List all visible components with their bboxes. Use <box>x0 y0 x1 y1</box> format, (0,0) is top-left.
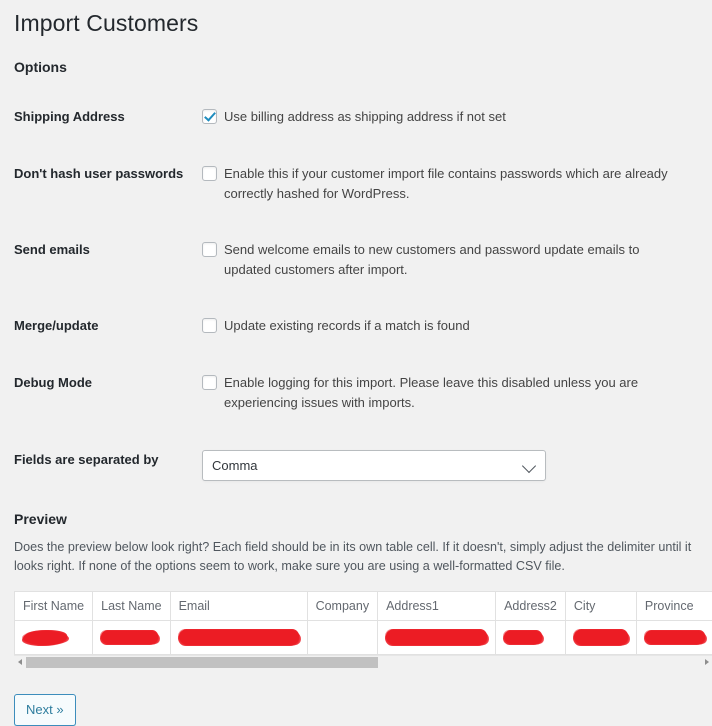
option-label-delimiter: Fields are separated by <box>0 432 202 499</box>
column-header-province: Province <box>636 591 712 620</box>
column-header-first-name: First Name <box>15 591 93 620</box>
column-header-company: Company <box>307 591 378 620</box>
preview-description: Does the preview below look right? Each … <box>0 527 712 577</box>
checkbox-send-emails[interactable]: Send welcome emails to new customers and… <box>202 240 682 280</box>
option-row-debug-mode: Debug Mode Enable logging for this impor… <box>0 355 712 431</box>
option-row-send-emails: Send emails Send welcome emails to new c… <box>0 222 712 298</box>
checkbox-icon-unchecked[interactable] <box>202 242 217 257</box>
checkbox-shipping-address[interactable]: Use billing address as shipping address … <box>202 107 682 127</box>
checkbox-icon-unchecked[interactable] <box>202 318 217 333</box>
footer-actions: Next » <box>0 670 712 726</box>
table-header-row: First Name Last Name Email Company Addre… <box>15 591 712 620</box>
checkbox-icon-unchecked[interactable] <box>202 375 217 390</box>
preview-table-scroll-container: First Name Last Name Email Company Addre… <box>14 591 712 655</box>
cell-last-name <box>93 620 170 654</box>
checkbox-merge-update[interactable]: Update existing records if a match is fo… <box>202 316 682 336</box>
delimiter-select-value: Comma <box>212 451 258 480</box>
column-header-address1: Address1 <box>378 591 496 620</box>
next-button[interactable]: Next » <box>14 694 76 726</box>
redaction-mark <box>179 630 299 645</box>
cell-address1 <box>378 620 496 654</box>
option-label-shipping-address: Shipping Address <box>0 89 202 146</box>
checkbox-label-debug-mode: Enable logging for this import. Please l… <box>224 373 682 413</box>
scroll-right-arrow-icon[interactable] <box>705 659 709 665</box>
column-header-address2: Address2 <box>496 591 566 620</box>
column-header-email: Email <box>170 591 307 620</box>
option-row-delimiter: Fields are separated by Comma <box>0 432 712 499</box>
redaction-mark <box>645 631 705 644</box>
delimiter-select[interactable]: Comma <box>202 450 546 481</box>
checkbox-label-dont-hash-passwords: Enable this if your customer import file… <box>224 164 682 204</box>
redaction-mark <box>504 631 542 644</box>
checkbox-dont-hash-passwords[interactable]: Enable this if your customer import file… <box>202 164 682 204</box>
import-customers-page: Import Customers Options Shipping Addres… <box>0 0 712 655</box>
option-label-debug-mode: Debug Mode <box>0 355 202 431</box>
table-row <box>15 620 712 654</box>
option-label-send-emails: Send emails <box>0 222 202 298</box>
page-title: Import Customers <box>0 0 712 39</box>
cell-company <box>307 620 378 654</box>
preview-table: First Name Last Name Email Company Addre… <box>14 591 712 655</box>
option-label-dont-hash-passwords: Don't hash user passwords <box>0 146 202 222</box>
redaction-mark <box>574 630 628 645</box>
cell-address2 <box>496 620 566 654</box>
option-label-merge-update: Merge/update <box>0 298 202 355</box>
horizontal-scrollbar[interactable] <box>14 655 712 670</box>
options-form-table: Shipping Address Use billing address as … <box>0 89 712 499</box>
cell-email <box>170 620 307 654</box>
column-header-city: City <box>565 591 636 620</box>
cell-province <box>636 620 712 654</box>
checkbox-icon-unchecked[interactable] <box>202 166 217 181</box>
column-header-last-name: Last Name <box>93 591 170 620</box>
option-row-merge-update: Merge/update Update existing records if … <box>0 298 712 355</box>
scrollbar-thumb[interactable] <box>26 657 378 668</box>
checkbox-icon-checked[interactable] <box>202 109 217 124</box>
option-row-dont-hash-passwords: Don't hash user passwords Enable this if… <box>0 146 712 222</box>
cell-first-name <box>15 620 93 654</box>
checkbox-label-shipping-address: Use billing address as shipping address … <box>224 107 506 127</box>
checkbox-label-send-emails: Send welcome emails to new customers and… <box>224 240 682 280</box>
options-heading: Options <box>0 39 712 75</box>
redaction-mark <box>101 631 158 644</box>
checkbox-debug-mode[interactable]: Enable logging for this import. Please l… <box>202 373 682 413</box>
chevron-down-icon <box>522 458 536 472</box>
checkbox-label-merge-update: Update existing records if a match is fo… <box>224 316 470 336</box>
preview-heading: Preview <box>0 499 712 527</box>
scroll-left-arrow-icon[interactable] <box>18 659 22 665</box>
option-row-shipping-address: Shipping Address Use billing address as … <box>0 89 712 146</box>
redaction-mark <box>23 631 67 645</box>
cell-city <box>565 620 636 654</box>
redaction-mark <box>386 630 487 645</box>
